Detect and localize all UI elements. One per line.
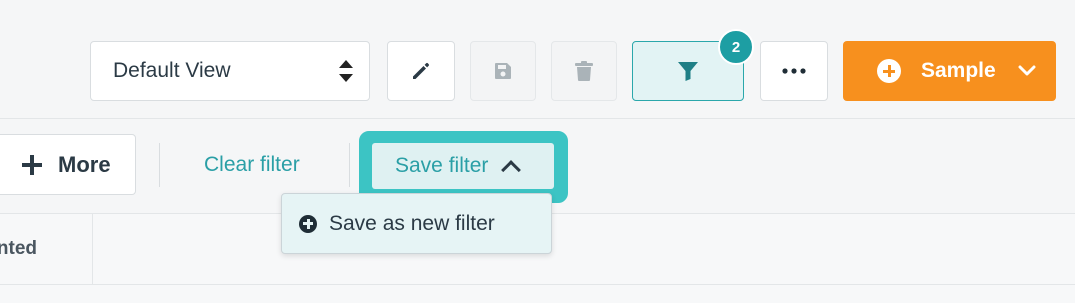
clear-filter-link[interactable]: Clear filter <box>204 153 300 177</box>
trash-icon <box>575 61 593 81</box>
filter-count-badge: 2 <box>718 29 754 65</box>
table-row-divider <box>0 284 1075 285</box>
save-view-button[interactable] <box>470 41 536 101</box>
table-column-header[interactable]: nted <box>0 214 93 284</box>
chevron-up-icon <box>501 159 522 180</box>
save-filter-label: Save filter <box>395 154 489 177</box>
view-select-value: Default View <box>113 59 231 82</box>
edit-view-button[interactable] <box>387 41 455 101</box>
sample-button[interactable]: Sample <box>843 41 1056 101</box>
add-more-filters-button[interactable]: More <box>0 134 136 195</box>
sample-button-label: Sample <box>921 59 996 82</box>
plus-icon <box>22 154 42 175</box>
save-filter-button[interactable]: Save filter <box>372 143 554 189</box>
pencil-icon <box>413 62 430 79</box>
plus-circle-icon <box>877 59 901 83</box>
ellipsis-icon <box>782 68 806 74</box>
floppy-disk-icon <box>495 63 511 79</box>
plus-circle-icon <box>299 214 317 233</box>
divider <box>349 143 350 187</box>
chevron-down-icon[interactable] <box>1018 65 1036 77</box>
save-as-new-filter-menu-item[interactable]: Save as new filter <box>281 193 552 254</box>
column-header-label: nted <box>0 238 37 259</box>
more-options-button[interactable] <box>760 41 828 101</box>
delete-view-button[interactable] <box>551 41 617 101</box>
funnel-icon <box>678 62 698 81</box>
page: Default View 2 Sample More Clear filter … <box>0 0 1075 303</box>
menu-item-label: Save as new filter <box>329 211 495 235</box>
add-more-label: More <box>58 151 111 177</box>
sort-arrows-icon <box>339 60 353 82</box>
view-select[interactable]: Default View <box>90 41 370 101</box>
divider <box>159 143 160 187</box>
